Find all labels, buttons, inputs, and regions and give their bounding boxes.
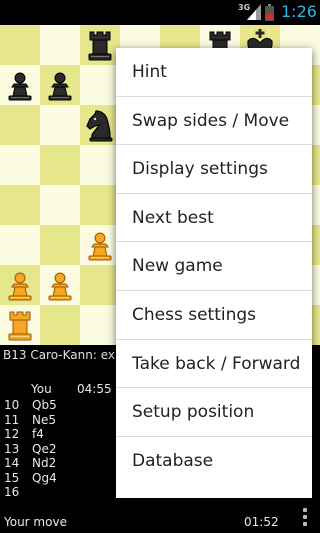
square-c6[interactable] (80, 105, 120, 145)
white-pawn-icon[interactable] (82, 227, 118, 263)
square-b5[interactable] (40, 145, 80, 185)
move-row[interactable]: 14 Nd2 (4, 456, 57, 471)
square-a1[interactable] (0, 305, 40, 345)
opening-name: B13 Caro-Kann: ex (3, 348, 115, 362)
square-c4[interactable] (80, 185, 120, 225)
move-row[interactable]: 10 Qb5 (4, 398, 57, 413)
square-b8[interactable] (40, 25, 80, 65)
square-a2[interactable] (0, 265, 40, 305)
move-text: Qg4 (32, 470, 57, 485)
move-row[interactable]: 15 Qg4 (4, 471, 57, 486)
black-knight-icon[interactable] (82, 107, 118, 143)
menu-item-database[interactable]: Database (116, 437, 312, 486)
move-text: f4 (32, 427, 44, 441)
move-text: Qb5 (32, 398, 57, 412)
signal-icon (247, 4, 261, 20)
square-c3[interactable] (80, 225, 120, 265)
square-c7[interactable] (80, 65, 120, 105)
move-number: 13 (4, 441, 20, 456)
move-row[interactable]: 13 Qe2 (4, 442, 57, 457)
square-a7[interactable] (0, 65, 40, 105)
menu-item-swap-sides[interactable]: Swap sides / Move (116, 97, 312, 146)
player-label: You (31, 382, 52, 396)
status-text: Your move (4, 515, 67, 529)
square-b7[interactable] (40, 65, 80, 105)
clock-time: 1:26 (281, 2, 317, 21)
menu-item-new-game[interactable]: New game (116, 242, 312, 291)
black-rook-icon[interactable] (82, 27, 118, 63)
menu-item-display-settings[interactable]: Display settings (116, 145, 312, 194)
square-b3[interactable] (40, 225, 80, 265)
move-number: 16 (4, 485, 20, 499)
options-menu: Hint Swap sides / Move Display settings … (116, 48, 312, 498)
menu-item-take-back[interactable]: Take back / Forward (116, 340, 312, 389)
black-pawn-icon[interactable] (2, 67, 38, 103)
square-a4[interactable] (0, 185, 40, 225)
move-text: Ne5 (32, 412, 56, 427)
battery-icon (265, 4, 274, 21)
move-number: 15 (4, 470, 20, 485)
square-b2[interactable] (40, 265, 80, 305)
move-number: 14 (4, 456, 20, 470)
black-pawn-icon[interactable] (42, 67, 78, 103)
menu-item-next-best[interactable]: Next best (116, 194, 312, 243)
square-c1[interactable] (80, 305, 120, 345)
move-list[interactable]: 10 Qb5 11 Ne5 12 f4 13 Qe2 14 Nd2 15 Qg4 16 (4, 398, 57, 500)
square-b6[interactable] (40, 105, 80, 145)
move-row[interactable]: 11 Ne5 (4, 413, 57, 428)
move-number: 10 (4, 398, 20, 412)
status-clock: 01:52 (244, 515, 279, 529)
white-rook-icon[interactable] (2, 307, 38, 343)
menu-item-chess-settings[interactable]: Chess settings (116, 291, 312, 340)
overflow-menu-icon[interactable] (301, 505, 309, 529)
square-a6[interactable] (0, 105, 40, 145)
square-c2[interactable] (80, 265, 120, 305)
move-row[interactable]: 12 f4 (4, 427, 57, 442)
player-clock: 04:55 (77, 382, 112, 396)
status-bar: 3G 1:26 (0, 0, 320, 25)
menu-item-setup-position[interactable]: Setup position (116, 388, 312, 437)
menu-item-hint[interactable]: Hint (116, 48, 312, 97)
move-text: Qe2 (32, 441, 57, 456)
move-text: Nd2 (32, 456, 57, 470)
square-b4[interactable] (40, 185, 80, 225)
move-number: 11 (4, 412, 20, 427)
square-a5[interactable] (0, 145, 40, 185)
move-row[interactable]: 16 (4, 485, 57, 500)
square-a3[interactable] (0, 225, 40, 265)
white-pawn-icon[interactable] (42, 267, 78, 303)
white-pawn-icon[interactable] (2, 267, 38, 303)
move-number: 12 (4, 427, 20, 441)
square-a8[interactable] (0, 25, 40, 65)
square-b1[interactable] (40, 305, 80, 345)
square-c8[interactable] (80, 25, 120, 65)
square-c5[interactable] (80, 145, 120, 185)
